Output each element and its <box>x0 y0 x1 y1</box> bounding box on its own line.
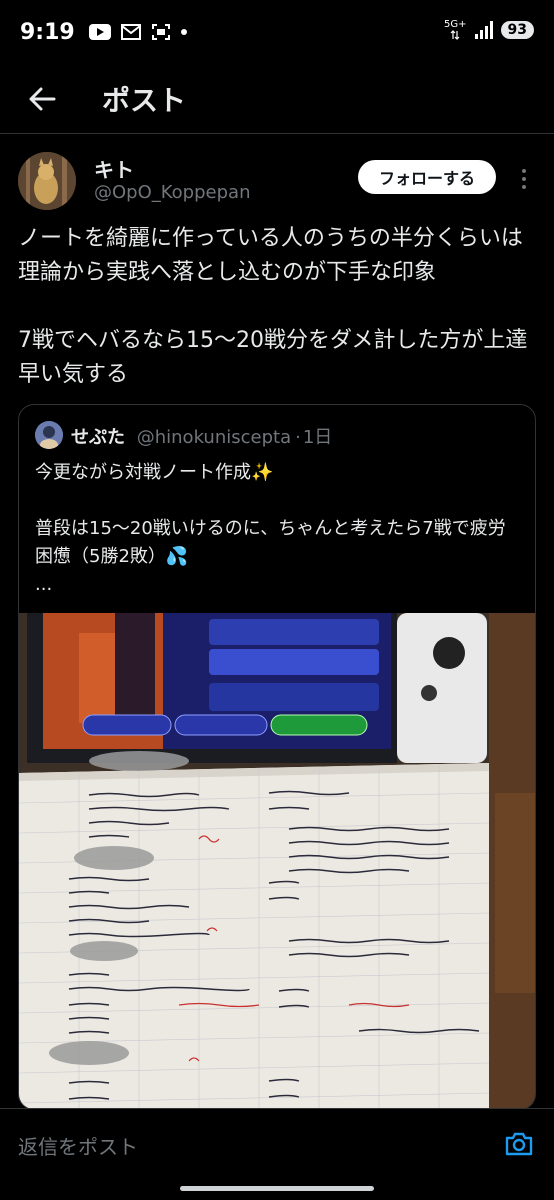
home-indicator[interactable] <box>180 1186 374 1191</box>
quote-author-handle: @hinokuniscepta <box>136 427 292 448</box>
signal-icon <box>474 21 493 39</box>
network-label: 5G+ <box>444 19 467 30</box>
status-time: 9:19 <box>20 19 75 45</box>
quote-header: せぷた @hinokuniscepta · 1日 <box>71 427 333 448</box>
notification-icons <box>88 23 187 41</box>
back-button[interactable] <box>22 79 62 119</box>
quote-ellipsis: ... <box>35 574 53 595</box>
quoted-post-card[interactable]: せぷた @hinokuniscepta · 1日 今更ながら対戦ノート作成✨ 普段は… <box>18 404 536 1110</box>
data-arrows-icon <box>450 30 460 40</box>
top-navigation-bar: ポスト <box>0 64 554 134</box>
mail-icon <box>120 24 141 40</box>
youtube-icon <box>88 24 111 40</box>
page-title: ポスト <box>102 83 187 117</box>
reply-bar: 返信をポスト <box>0 1108 554 1178</box>
author-avatar[interactable] <box>18 152 76 210</box>
author-display-name[interactable]: キト <box>94 154 134 183</box>
status-bar: 9:19 5G+ 93 <box>0 0 554 64</box>
quote-body-text: 今更ながら対戦ノート作成✨ 普段は15〜20戦いけるのに、ちゃんと考えたら7戦で… <box>35 459 523 599</box>
reply-input[interactable]: 返信をポスト <box>18 1131 138 1160</box>
camera-icon[interactable] <box>504 1129 534 1159</box>
sparkle-emoji: ✨ <box>251 462 274 483</box>
more-options-icon[interactable] <box>514 164 534 194</box>
quote-text-line1: 今更ながら対戦ノート作成 <box>35 462 251 483</box>
quote-attached-photo[interactable] <box>19 613 535 1109</box>
follow-button[interactable]: フォローする <box>358 160 496 194</box>
sweat-drops-emoji: 💦 <box>165 546 189 567</box>
quote-author-name: せぷた <box>71 427 125 448</box>
author-handle[interactable]: @OpO_Koppepan <box>94 182 250 203</box>
quote-timestamp: 1日 <box>302 427 333 448</box>
quote-author-avatar <box>35 421 63 449</box>
post-body-text: ノートを綺麗に作っている人のうちの半分くらいは理論から実践へ落とし込むのが下手な… <box>18 226 528 387</box>
back-arrow-icon <box>29 87 56 110</box>
battery-indicator: 93 <box>500 21 534 39</box>
more-notifications-dot <box>180 29 187 35</box>
quote-text-line2: 普段は15〜20戦いけるのに、ちゃんと考えたら7戦で疲労困憊（5勝2敗） <box>35 518 506 567</box>
status-right: 5G+ 93 <box>444 20 534 40</box>
screenshot-icon <box>151 24 170 40</box>
post-author-row: キト @OpO_Koppepan フォローする <box>18 150 538 214</box>
